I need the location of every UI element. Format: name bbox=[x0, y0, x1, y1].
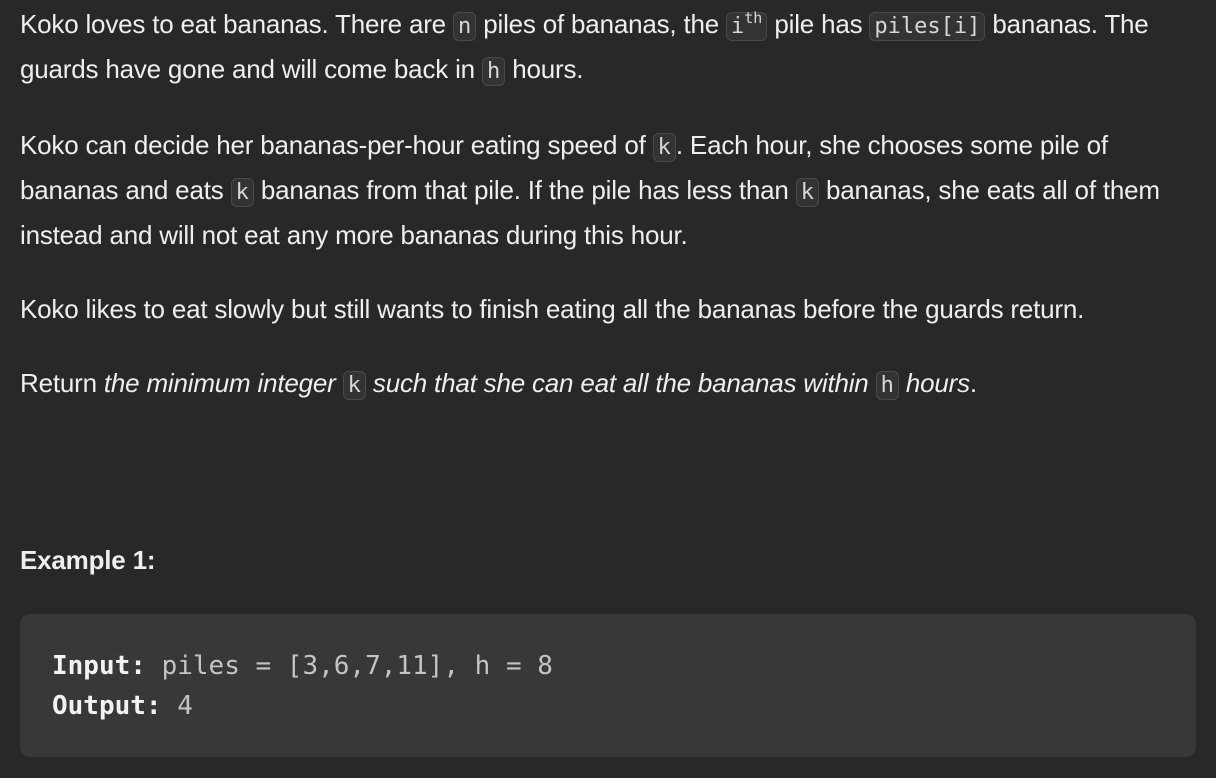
example-input-line: Input: piles = [3,6,7,11], h = 8 bbox=[52, 646, 553, 686]
text: Koko can decide her bananas-per-hour eat… bbox=[20, 130, 653, 160]
inline-code-h: h bbox=[481, 57, 506, 86]
text: Return bbox=[20, 368, 104, 398]
inline-code-k: k bbox=[795, 178, 819, 207]
inline-code-piles-i: piles[i] bbox=[869, 12, 986, 41]
example-content: Input: piles = [3,6,7,11], h = 8 Output:… bbox=[52, 646, 553, 726]
example-output-line: Output: 4 bbox=[52, 686, 553, 726]
text: Koko loves to eat bananas. There are bbox=[20, 9, 453, 39]
emphasis-text: such that she can eat all the bananas wi… bbox=[365, 368, 876, 398]
speed-paragraph: Koko can decide her bananas-per-hour eat… bbox=[20, 124, 1200, 256]
text: Koko likes to eat slowly but still wants… bbox=[20, 294, 1085, 324]
inline-code-k: k bbox=[652, 133, 676, 162]
emphasis-text: hours bbox=[898, 368, 970, 398]
inline-code-n: n bbox=[452, 12, 477, 41]
problem-description: Koko loves to eat bananas. There are n p… bbox=[20, 0, 1200, 407]
code-base: i bbox=[731, 14, 745, 39]
output-value: 4 bbox=[161, 691, 193, 721]
input-value: piles = [3,6,7,11], h = 8 bbox=[145, 651, 553, 681]
input-label: Input: bbox=[52, 651, 146, 681]
return-paragraph: Return the minimum integer k such that s… bbox=[20, 362, 1200, 407]
emphasis-text: the minimum integer bbox=[103, 368, 343, 398]
text: piles of bananas, the bbox=[476, 9, 727, 39]
inline-code-ith: ith bbox=[726, 8, 768, 41]
text: pile has bbox=[767, 9, 870, 39]
slow-paragraph: Koko likes to eat slowly but still wants… bbox=[20, 288, 1200, 330]
inline-code-k: k bbox=[342, 371, 366, 400]
text: bananas from that pile. If the pile has … bbox=[253, 175, 796, 205]
output-label: Output: bbox=[52, 691, 162, 721]
text: hours. bbox=[505, 54, 584, 84]
text: . bbox=[969, 368, 977, 398]
example-heading: Example 1: bbox=[20, 545, 156, 575]
intro-paragraph: Koko loves to eat bananas. There are n p… bbox=[20, 3, 1200, 93]
inline-code-k: k bbox=[230, 178, 254, 207]
code-superscript: th bbox=[744, 8, 763, 27]
example-box: Input: piles = [3,6,7,11], h = 8 Output:… bbox=[20, 614, 1196, 757]
inline-code-h: h bbox=[875, 371, 899, 400]
